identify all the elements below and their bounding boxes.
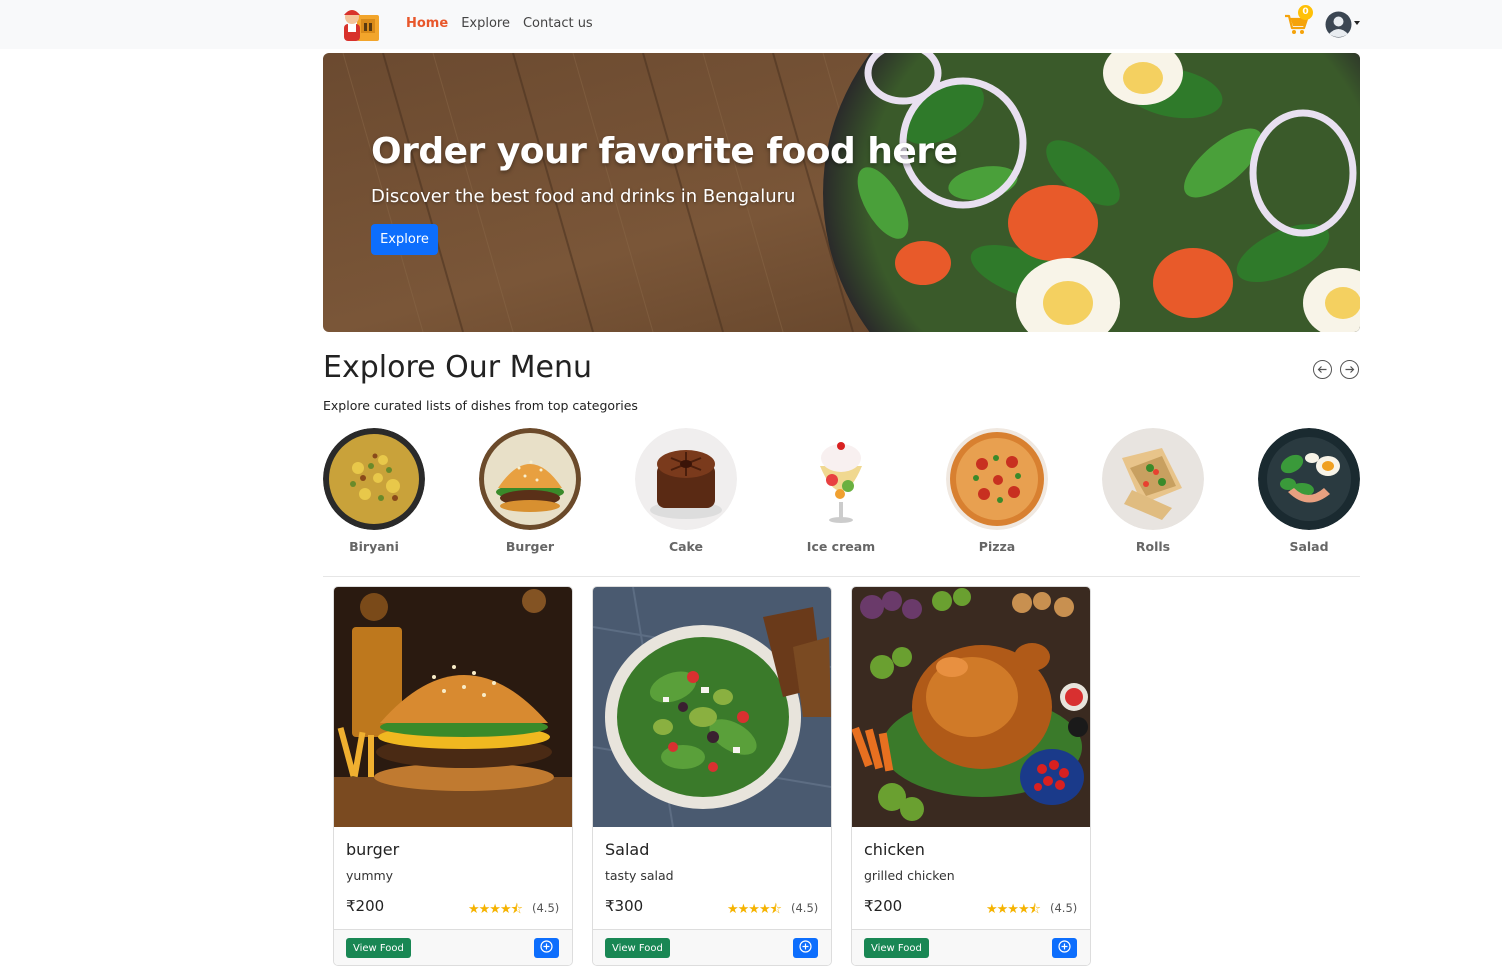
hero-banner: Order your favorite food here Discover t… [323, 53, 1360, 332]
food-card-salad: Salad tasty salad ₹300 ★★★★⯪ (4.5) View … [592, 586, 832, 966]
ice-cream-image [790, 428, 892, 530]
cart-count-badge: 0 [1298, 5, 1313, 20]
category-list: Biryani Burger Cake Ice cream Pizza Roll… [323, 428, 1360, 558]
rolls-image [1102, 428, 1204, 530]
nav-contact-link[interactable]: Contact us [523, 16, 593, 31]
food-card-chicken: chicken grilled chicken ₹200 ★★★★⯪ (4.5)… [851, 586, 1091, 966]
category-item-ice-cream[interactable]: Ice cream [790, 428, 892, 554]
salad-image [1258, 428, 1360, 530]
nav-explore-link[interactable]: Explore [461, 16, 510, 31]
add-to-cart-button[interactable] [793, 938, 818, 958]
hero-title: Order your favorite food here [371, 131, 958, 172]
food-card-burger: burger yummy ₹200 ★★★★⯪ (4.5) View Food [333, 586, 573, 966]
plus-circle-icon [799, 940, 812, 953]
category-label: Biryani [349, 539, 399, 554]
star-rating-icon: ★★★★⯪ [468, 902, 523, 917]
user-avatar-icon[interactable] [1325, 11, 1352, 38]
cake-image [635, 428, 737, 530]
food-image-salad[interactable] [593, 587, 831, 827]
food-price: ₹200 [864, 897, 903, 915]
food-image-chicken[interactable] [852, 587, 1090, 827]
navbar: Home Explore Contact us 0 [0, 0, 1502, 49]
pizza-image [946, 428, 1048, 530]
avatar-dropdown-caret[interactable] [1354, 21, 1360, 25]
hero-explore-button[interactable]: Explore [371, 224, 438, 255]
menu-section-description: Explore curated lists of dishes from top… [323, 398, 638, 413]
plus-circle-icon [1058, 940, 1071, 953]
plus-circle-icon [540, 940, 553, 953]
view-food-button[interactable]: View Food [605, 938, 670, 958]
category-item-rolls[interactable]: Rolls [1102, 428, 1204, 554]
burger-image [479, 428, 581, 530]
food-price: ₹300 [605, 897, 644, 915]
arrow-right-icon [1345, 366, 1355, 373]
menu-section-title: Explore Our Menu [323, 350, 592, 385]
category-label: Burger [505, 539, 555, 554]
add-to-cart-button[interactable] [534, 938, 559, 958]
category-label: Ice cream [806, 539, 876, 554]
view-food-button[interactable]: View Food [864, 938, 929, 958]
card-footer: View Food [334, 929, 572, 965]
scroll-right-button[interactable] [1340, 360, 1359, 379]
category-item-cake[interactable]: Cake [635, 428, 737, 554]
food-description: tasty salad [605, 868, 674, 883]
food-rating: (4.5) [1050, 901, 1078, 915]
card-footer: View Food [852, 929, 1090, 965]
arrow-left-icon [1317, 366, 1327, 373]
category-label: Cake [668, 539, 704, 554]
food-name: burger [346, 840, 400, 859]
category-label: Pizza [978, 539, 1016, 554]
section-divider [323, 576, 1360, 577]
food-price: ₹200 [346, 897, 385, 915]
food-rating: (4.5) [532, 901, 560, 915]
category-item-biryani[interactable]: Biryani [323, 428, 425, 554]
food-name: Salad [605, 840, 650, 859]
food-rating: (4.5) [791, 901, 819, 915]
star-rating-icon: ★★★★⯪ [727, 902, 782, 917]
delivery-man-logo[interactable] [341, 5, 383, 43]
category-item-salad[interactable]: Salad [1258, 428, 1360, 554]
hero-subtitle: Discover the best food and drinks in Ben… [371, 186, 796, 207]
food-image-burger[interactable] [334, 587, 572, 827]
add-to-cart-button[interactable] [1052, 938, 1077, 958]
star-rating-icon: ★★★★⯪ [986, 902, 1041, 917]
card-footer: View Food [593, 929, 831, 965]
category-item-pizza[interactable]: Pizza [946, 428, 1048, 554]
nav-home-link[interactable]: Home [406, 16, 448, 31]
food-description: grilled chicken [864, 868, 955, 883]
biryani-image [323, 428, 425, 530]
view-food-button[interactable]: View Food [346, 938, 411, 958]
food-description: yummy [346, 868, 394, 883]
category-label: Salad [1289, 539, 1329, 554]
category-label: Rolls [1135, 539, 1171, 554]
scroll-left-button[interactable] [1313, 360, 1332, 379]
food-name: chicken [864, 840, 925, 859]
category-item-burger[interactable]: Burger [479, 428, 581, 554]
